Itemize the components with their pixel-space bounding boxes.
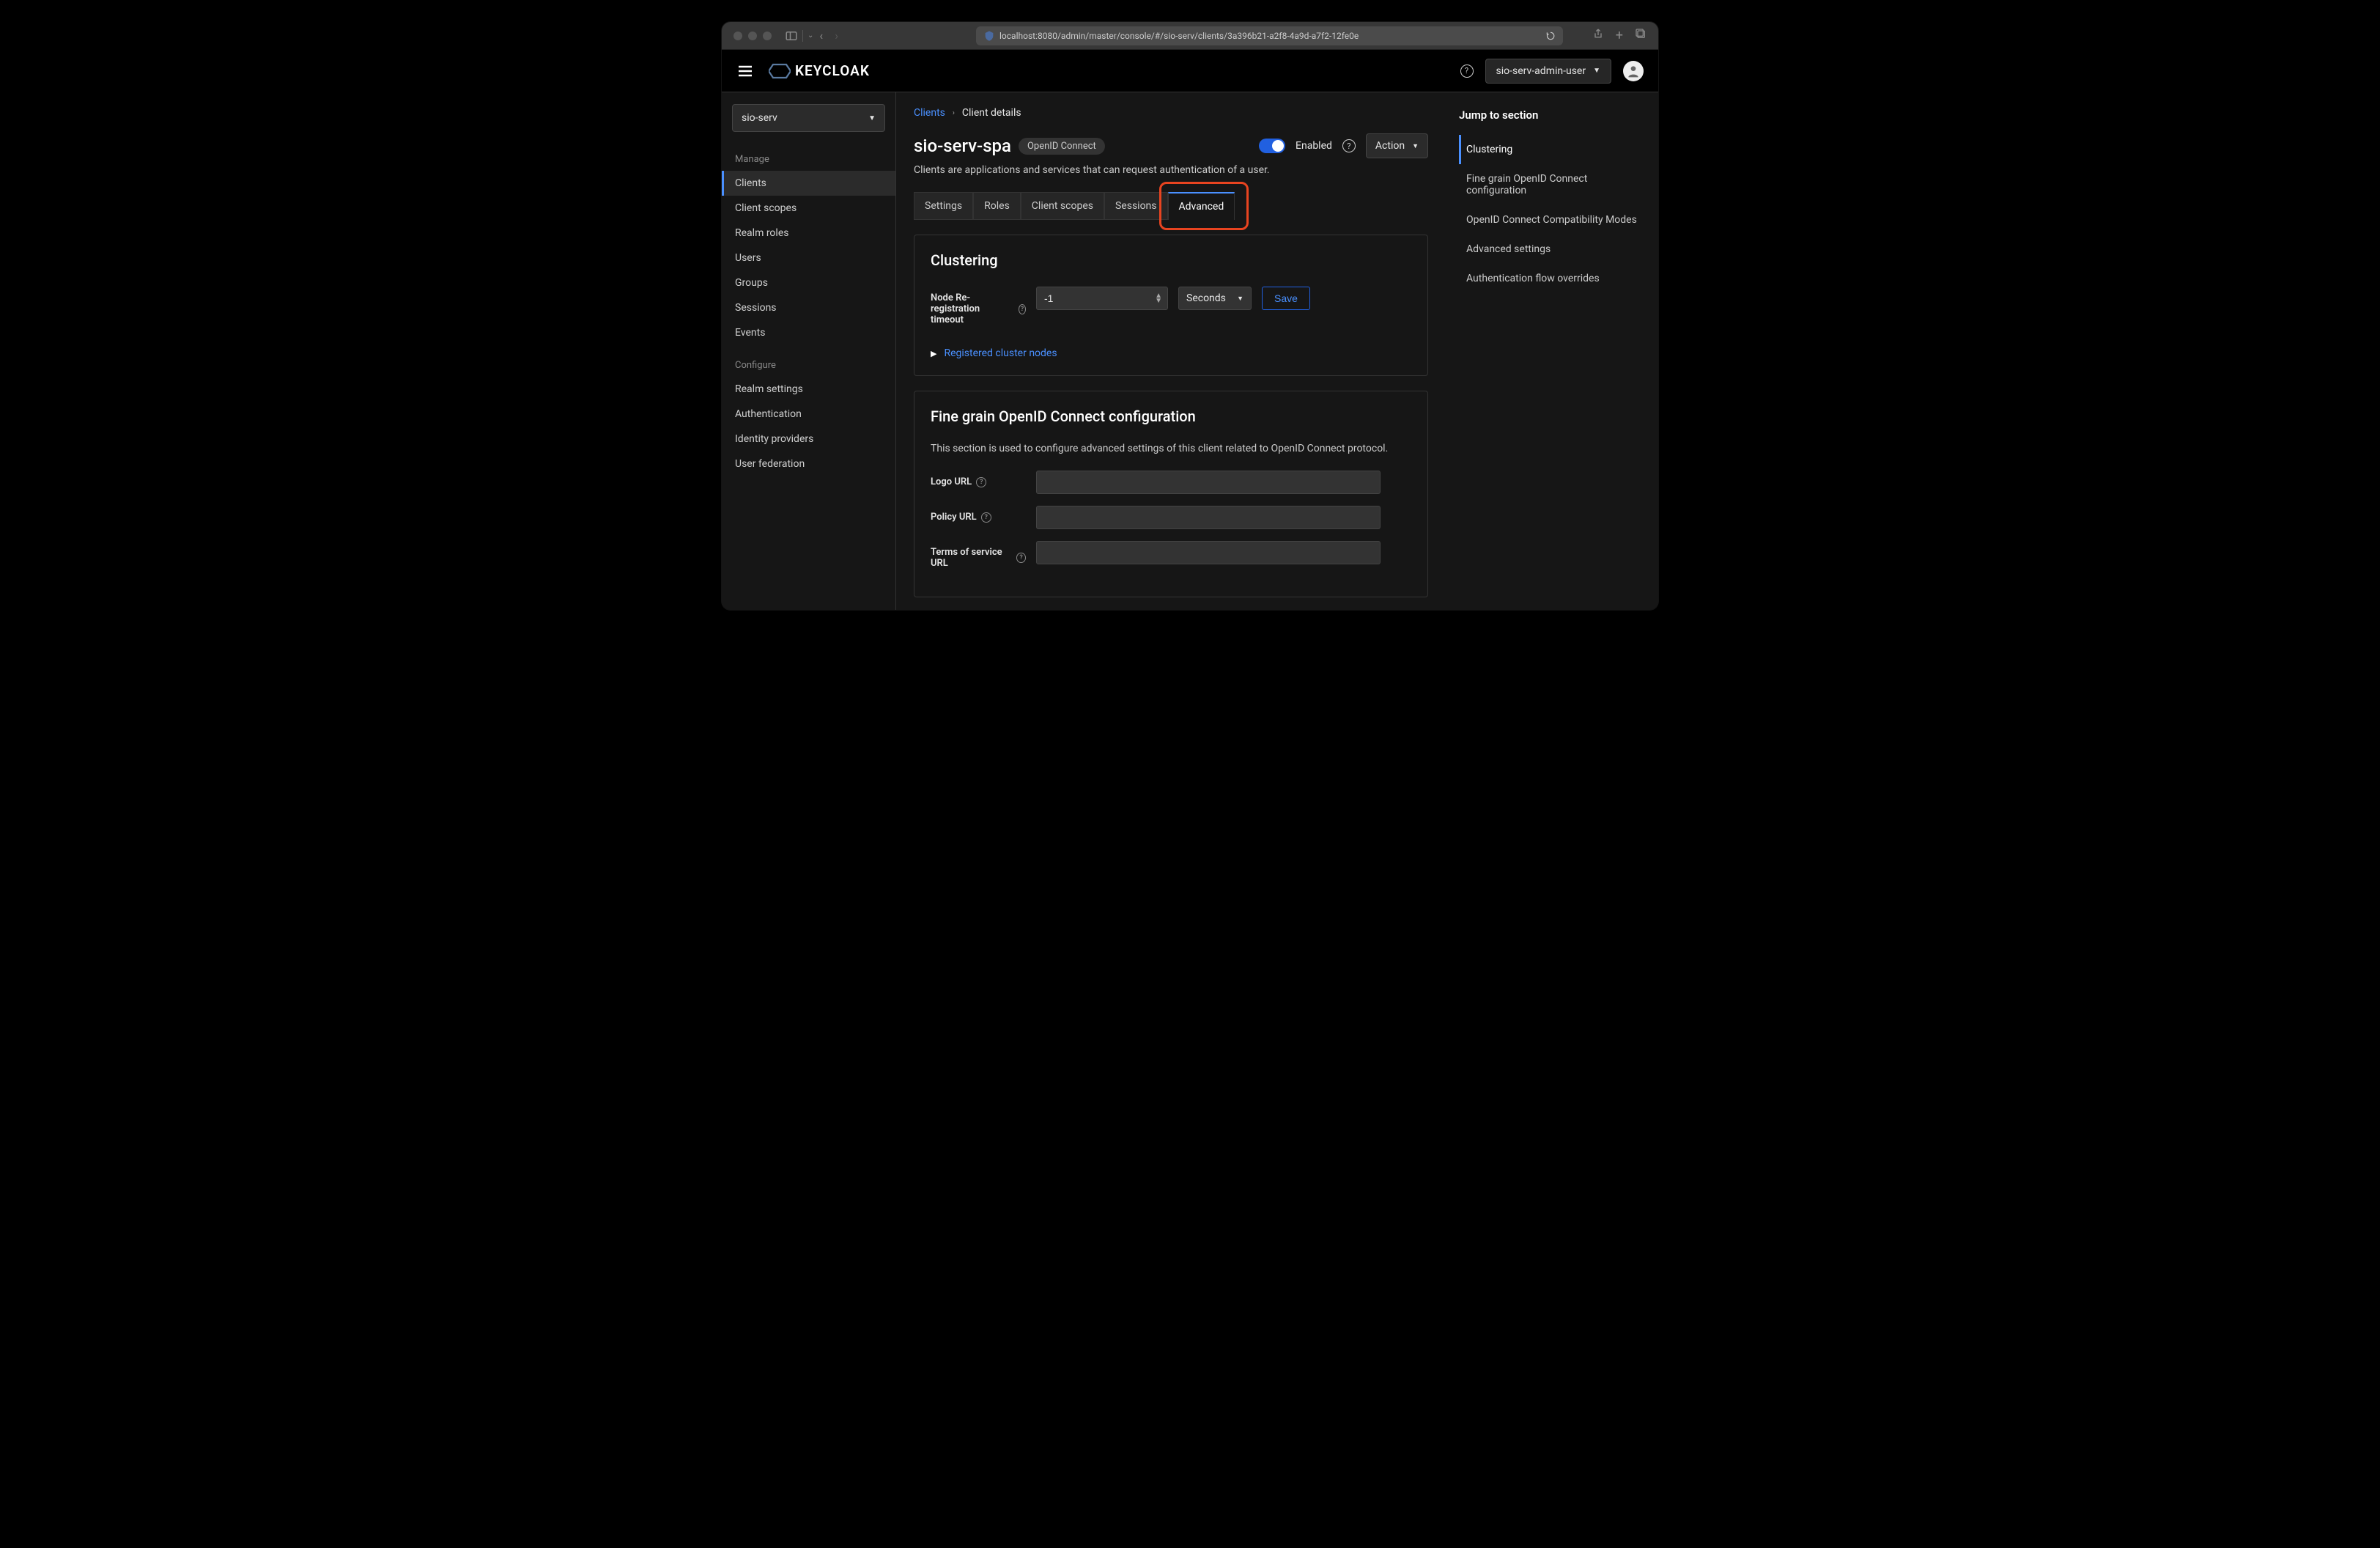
enabled-label: Enabled [1296, 140, 1332, 152]
sidebar-item-groups[interactable]: Groups [722, 270, 895, 295]
refresh-icon[interactable] [1545, 31, 1556, 41]
tos-url-input[interactable] [1036, 541, 1381, 564]
help-icon[interactable]: ? [981, 512, 991, 523]
tab-settings[interactable]: Settings [914, 192, 973, 220]
sidebar-toggle-icon[interactable] [785, 29, 798, 43]
breadcrumb-parent[interactable]: Clients [914, 107, 945, 119]
enabled-toggle[interactable] [1259, 139, 1285, 153]
tab-bar: SettingsRolesClient scopesSessionsAdvanc… [914, 192, 1428, 220]
number-stepper[interactable]: ▲▼ [1155, 293, 1162, 303]
help-icon[interactable]: ? [976, 477, 986, 487]
sidebar-item-realm-roles[interactable]: Realm roles [722, 221, 895, 246]
browser-titlebar: ⌄ ‹ › localhost:8080/admin/master/consol… [722, 22, 1658, 50]
tab-client-scopes[interactable]: Client scopes [1021, 192, 1104, 220]
clustering-heading: Clustering [931, 251, 1411, 269]
chevron-down-icon[interactable]: ⌄ [808, 32, 813, 40]
share-icon[interactable] [1592, 28, 1604, 40]
caret-down-icon: ▼ [1237, 295, 1243, 303]
jump-item-openid-connect-compatibility-modes[interactable]: OpenID Connect Compatibility Modes [1459, 205, 1645, 235]
protocol-badge: OpenID Connect [1019, 138, 1105, 155]
hamburger-icon[interactable] [736, 62, 754, 80]
help-icon[interactable]: ? [1019, 304, 1026, 314]
registered-nodes-expand[interactable]: ▶ Registered cluster nodes [931, 347, 1411, 359]
sidebar: sio-serv ▼ Manage ClientsClient scopesRe… [722, 92, 896, 610]
realm-selector[interactable]: sio-serv ▼ [732, 104, 885, 132]
help-icon[interactable]: ? [1342, 139, 1356, 152]
jump-item-authentication-flow-overrides[interactable]: Authentication flow overrides [1459, 264, 1645, 293]
node-rereg-input[interactable] [1036, 287, 1168, 310]
keycloak-logo-icon [769, 62, 791, 80]
help-icon[interactable]: ? [1016, 553, 1026, 563]
sidebar-item-identity-providers[interactable]: Identity providers [722, 427, 895, 452]
sidebar-item-users[interactable]: Users [722, 246, 895, 270]
tos-url-label: Terms of service URL ? [931, 541, 1026, 569]
browser-window: ⌄ ‹ › localhost:8080/admin/master/consol… [722, 22, 1658, 610]
oidc-description: This section is used to configure advanc… [931, 443, 1411, 454]
close-dot[interactable] [733, 32, 742, 40]
avatar[interactable] [1623, 61, 1644, 81]
sidebar-item-realm-settings[interactable]: Realm settings [722, 377, 895, 402]
url-text: localhost:8080/admin/master/console/#/si… [999, 31, 1359, 41]
sidebar-item-events[interactable]: Events [722, 320, 895, 345]
policy-url-label: Policy URL ? [931, 506, 1026, 523]
forward-button: › [829, 29, 844, 43]
jump-title: Jump to section [1459, 108, 1645, 122]
user-dropdown[interactable]: sio-serv-admin-user ▼ [1485, 59, 1611, 84]
tab-roles[interactable]: Roles [973, 192, 1021, 220]
caret-down-icon: ▼ [1593, 67, 1600, 75]
traffic-lights[interactable] [733, 32, 772, 40]
page-subtitle: Clients are applications and services th… [914, 164, 1428, 176]
jump-item-fine-grain-openid-connect-configuration[interactable]: Fine grain OpenID Connect configuration [1459, 164, 1645, 205]
shield-icon [983, 30, 995, 42]
logo-url-label: Logo URL ? [931, 471, 1026, 487]
sidebar-item-client-scopes[interactable]: Client scopes [722, 196, 895, 221]
sidebar-item-sessions[interactable]: Sessions [722, 295, 895, 320]
caret-down-icon: ▼ [1412, 142, 1419, 150]
logo-url-input[interactable] [1036, 471, 1381, 494]
breadcrumb: Clients › Client details [914, 107, 1428, 119]
node-rereg-label: Node Re-registration timeout ? [931, 287, 1026, 325]
app-logo[interactable]: KEYCLOAK [769, 62, 870, 80]
jump-item-advanced-settings[interactable]: Advanced settings [1459, 235, 1645, 264]
new-tab-icon[interactable]: + [1616, 28, 1623, 43]
help-icon[interactable]: ? [1460, 64, 1474, 78]
minimize-dot[interactable] [748, 32, 757, 40]
sidebar-item-authentication[interactable]: Authentication [722, 402, 895, 427]
jump-item-clustering[interactable]: Clustering [1459, 135, 1645, 164]
jump-to-section-panel: Jump to section ClusteringFine grain Ope… [1446, 92, 1658, 610]
clustering-panel: Clustering Node Re-registration timeout … [914, 235, 1428, 376]
sidebar-section-manage: Manage [722, 148, 895, 171]
caret-down-icon: ▼ [868, 114, 876, 122]
tab-sessions[interactable]: Sessions [1104, 192, 1168, 220]
oidc-heading: Fine grain OpenID Connect configuration [931, 408, 1411, 425]
chevron-right-icon: › [953, 109, 955, 117]
action-dropdown[interactable]: Action ▼ [1366, 133, 1428, 158]
sidebar-section-configure: Configure [722, 354, 895, 377]
time-unit-select[interactable]: Seconds ▼ [1178, 287, 1252, 310]
page-title: sio-serv-spa [914, 136, 1011, 156]
app-header: KEYCLOAK ? sio-serv-admin-user ▼ [722, 50, 1658, 92]
back-button[interactable]: ‹ [813, 29, 829, 43]
tab-advanced[interactable]: Advanced [1168, 192, 1235, 220]
url-bar[interactable]: localhost:8080/admin/master/console/#/si… [976, 26, 1563, 45]
policy-url-input[interactable] [1036, 506, 1381, 529]
sidebar-item-clients[interactable]: Clients [722, 171, 895, 196]
oidc-panel: Fine grain OpenID Connect configuration … [914, 391, 1428, 597]
zoom-dot[interactable] [763, 32, 772, 40]
sidebar-item-user-federation[interactable]: User federation [722, 452, 895, 476]
chevron-right-icon: ▶ [931, 349, 936, 358]
tabs-overview-icon[interactable] [1635, 28, 1647, 40]
breadcrumb-current: Client details [962, 107, 1021, 119]
save-button[interactable]: Save [1262, 287, 1310, 310]
main-content: Clients › Client details sio-serv-spa Op… [896, 92, 1446, 610]
